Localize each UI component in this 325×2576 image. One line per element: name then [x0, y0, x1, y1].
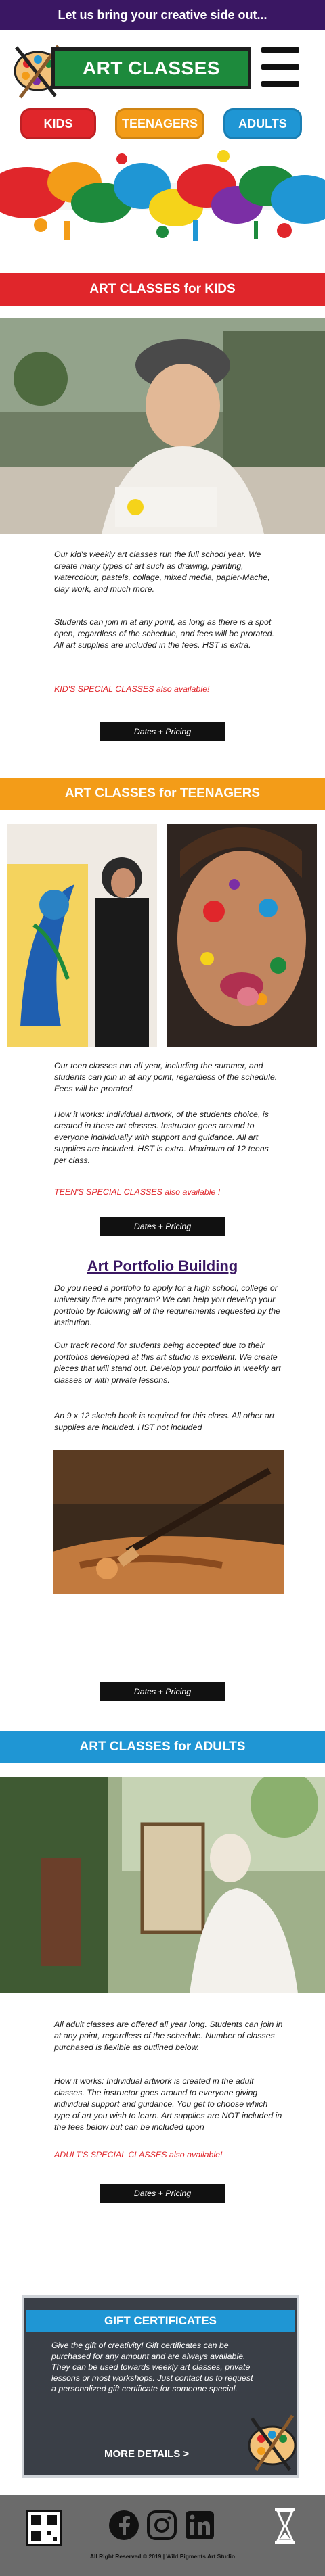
adults-special-classes-link[interactable]: ADULT'S SPECIAL CLASSES also available! — [54, 2150, 222, 2160]
kids-description: Our kid's weekly art classes run the ful… — [54, 550, 270, 594]
gift-certificates-header: GIFT CERTIFICATES — [26, 2310, 295, 2332]
hourglass-icon[interactable] — [274, 2507, 297, 2545]
nav-kids-button[interactable]: KIDS — [20, 108, 96, 139]
qr-code-icon[interactable] — [26, 2510, 62, 2546]
portfolio-title: Art Portfolio Building — [87, 1258, 238, 1274]
facebook-icon[interactable] — [108, 2510, 139, 2541]
gift-certificates-text: Give the gift of creativity! Gift certif… — [51, 2341, 253, 2393]
nav-teenagers-label: TEENAGERS — [121, 116, 198, 130]
portfolio-brush-photo — [53, 1450, 284, 1594]
kids-enrollment-info: Students can join in at any point, as lo… — [54, 617, 275, 650]
nav-teenagers-button[interactable]: TEENAGERS — [115, 108, 204, 139]
kids-photo — [0, 318, 325, 534]
adults-section-header: ART CLASSES for ADULTS — [0, 1731, 325, 1763]
linkedin-icon[interactable] — [184, 2510, 215, 2541]
adults-how-it-works: How it works: Individual artwork is crea… — [54, 2076, 282, 2132]
footer: All Right Reserved © 2019 | Wild Pigment… — [0, 2495, 325, 2576]
kids-dates-pricing-button[interactable]: Dates + Pricing — [100, 722, 225, 741]
adults-description: All adult classes are offered all year l… — [54, 2020, 283, 2052]
nav-kids-label: KIDS — [43, 116, 73, 130]
kids-section-title: ART CLASSES for KIDS — [89, 282, 236, 296]
kids-dates-pricing-label: Dates + Pricing — [133, 727, 192, 736]
teens-dates-pricing-button[interactable]: Dates + Pricing — [100, 1217, 225, 1236]
portfolio-intro: Do you need a portfolio to apply for a h… — [54, 1283, 281, 1327]
menu-icon[interactable] — [261, 47, 299, 87]
teens-section-title: ART CLASSES for TEENAGERS — [64, 786, 261, 801]
logo-banner: ART CLASSES — [51, 47, 251, 89]
gift-more-details-link[interactable]: MORE DETAILS > — [104, 2448, 189, 2460]
teens-dates-pricing-label: Dates + Pricing — [133, 1222, 192, 1231]
tagline: Let us bring your creative side out... — [58, 7, 267, 22]
portfolio-dates-pricing-label: Dates + Pricing — [133, 1687, 192, 1696]
kids-special-classes-link[interactable]: KID'S SPECIAL CLASSES also available! — [54, 684, 209, 694]
kids-section-header: ART CLASSES for KIDS — [0, 273, 325, 306]
gift-certificates-card: GIFT CERTIFICATES Give the gift of creat… — [22, 2295, 299, 2478]
teens-face-paint-photo — [167, 824, 317, 1047]
teens-section-header: ART CLASSES for TEENAGERS — [0, 778, 325, 810]
copyright-text: All Right Reserved © 2019 | Wild Pigment… — [89, 2553, 236, 2560]
teens-peacock-photo — [7, 824, 157, 1047]
instagram-icon[interactable] — [146, 2510, 177, 2541]
logo-text: ART CLASSES — [82, 57, 221, 78]
teens-description: Our teen classes run all year, including… — [54, 1061, 278, 1093]
site-logo[interactable]: ART CLASSES — [11, 41, 251, 101]
portfolio-requirements: An 9 x 12 sketch book is required for th… — [54, 1411, 275, 1432]
adults-section-title: ART CLASSES for ADULTS — [79, 1740, 246, 1754]
nav-adults-button[interactable]: ADULTS — [223, 108, 302, 139]
teens-how-it-works: How it works: Individual artwork, of the… — [54, 1110, 269, 1165]
nav-adults-label: ADULTS — [238, 116, 287, 130]
adults-dates-pricing-label: Dates + Pricing — [133, 2189, 192, 2198]
palette-icon — [248, 2414, 297, 2471]
gift-certificates-title: GIFT CERTIFICATES — [104, 2314, 217, 2327]
adults-dates-pricing-button[interactable]: Dates + Pricing — [100, 2184, 225, 2203]
portfolio-dates-pricing-button[interactable]: Dates + Pricing — [100, 1682, 225, 1701]
teens-special-classes-link[interactable]: TEEN'S SPECIAL CLASSES also available ! — [54, 1187, 220, 1197]
adults-painting-photo — [0, 1777, 325, 1993]
top-bar: Let us bring your creative side out... — [0, 0, 325, 30]
paint-splash-banner — [0, 150, 325, 241]
portfolio-track-record: Our track record for students being acce… — [54, 1341, 281, 1385]
